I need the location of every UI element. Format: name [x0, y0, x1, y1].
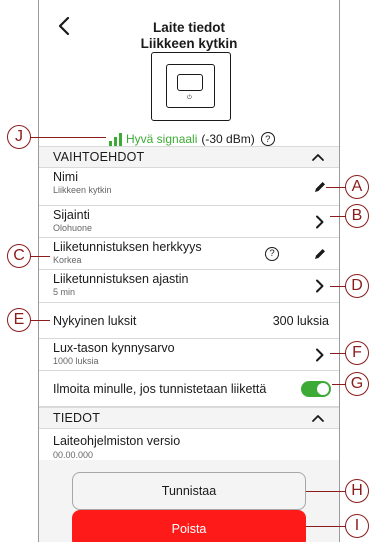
device-image: ⏻ [151, 52, 231, 121]
callout-j: J [7, 125, 31, 149]
setting-value: 300 luksia [272, 313, 329, 328]
callout-i: I [345, 514, 369, 538]
setting-value: 1000 luksia [53, 356, 99, 366]
info-row-firmware: Laiteohjelmiston versio 00.00.000 [39, 429, 339, 464]
callout-line-h [306, 491, 346, 492]
setting-label: Liiketunnistuksen herkkyys [53, 240, 202, 254]
identify-button[interactable]: Tunnistaa [72, 472, 306, 510]
setting-row-sensitivity[interactable]: Liiketunnistuksen herkkyys Korkea ? [39, 238, 339, 270]
setting-value: Olohuone [53, 223, 93, 233]
setting-value: Korkea [53, 255, 82, 265]
signal-status: Hyvä signaali [126, 132, 198, 146]
chevron-right-icon[interactable] [313, 279, 327, 293]
page-title: Laite tiedot Liikkeen kytkin [39, 20, 339, 52]
page-title-line-1: Laite tiedot [152, 20, 225, 35]
callout-e: E [7, 308, 31, 332]
callout-line-d [330, 286, 346, 287]
setting-row-current-lux: Nykyinen luksit 300 luksia [39, 303, 339, 339]
switch-button-icon [177, 74, 203, 91]
callout-a: A [345, 175, 369, 199]
setting-value: 5 min [53, 287, 76, 297]
callout-d: D [345, 274, 369, 298]
setting-row-notify[interactable]: Ilmoita minulle, jos tunnistetaan liiket… [39, 371, 339, 407]
chevron-up-icon[interactable] [311, 150, 325, 164]
callout-line-j [30, 137, 106, 138]
section-info-header[interactable]: TIEDOT [39, 407, 339, 429]
pencil-icon[interactable] [313, 180, 327, 194]
callout-c: C [7, 244, 31, 268]
device-details-screen: Laite tiedot Liikkeen kytkin ⏻ Hyvä sign… [38, 0, 340, 542]
chevron-up-icon[interactable] [311, 411, 325, 425]
chevron-right-icon[interactable] [313, 215, 327, 229]
setting-label: Ilmoita minulle, jos tunnistetaan liiket… [53, 381, 267, 396]
section-options-title: VAIHTOEHDOT [53, 150, 145, 164]
notify-toggle[interactable] [301, 380, 331, 397]
setting-value: Liikkeen kytkin [53, 185, 112, 195]
section-options-header[interactable]: VAIHTOEHDOT [39, 146, 339, 168]
power-symbol-icon: ⏻ [187, 95, 192, 101]
delete-button[interactable]: Poista [72, 510, 306, 542]
setting-row-timer[interactable]: Liiketunnistuksen ajastin 5 min [39, 270, 339, 303]
section-info-title: TIEDOT [53, 411, 101, 425]
callout-line-f [330, 353, 346, 354]
callout-line-a [326, 187, 346, 188]
setting-label: Nykyinen luksit [53, 313, 137, 328]
action-footer: Tunnistaa Poista [39, 460, 339, 542]
callout-h: H [345, 479, 369, 503]
setting-label: Liiketunnistuksen ajastin [53, 272, 189, 286]
setting-row-location[interactable]: Sijainti Olohuone [39, 206, 339, 238]
callout-line-i [306, 526, 346, 527]
help-icon[interactable]: ? [265, 246, 279, 261]
callout-line-g [332, 384, 346, 385]
setting-label: Nimi [53, 170, 78, 184]
callout-line-e [30, 320, 50, 321]
info-label: Laiteohjelmiston versio [53, 434, 181, 448]
chevron-right-icon[interactable] [313, 348, 327, 362]
callout-b: B [345, 204, 369, 228]
setting-label: Lux-tason kynnysarvo [53, 341, 175, 355]
setting-row-lux-threshold[interactable]: Lux-tason kynnysarvo 1000 luksia [39, 339, 339, 371]
pencil-icon[interactable] [313, 247, 327, 261]
callout-line-c [30, 256, 50, 257]
signal-strength: Hyvä signaali (-30 dBm) ? [109, 128, 275, 146]
signal-dbm: (-30 dBm) [201, 132, 255, 146]
help-icon[interactable]: ? [260, 132, 275, 146]
callout-g: G [345, 372, 369, 396]
switch-plate-icon: ⏻ [166, 64, 215, 108]
callout-f: F [345, 341, 369, 365]
info-value: 00.00.000 [53, 450, 94, 460]
page-title-line-2: Liikkeen kytkin [140, 36, 238, 51]
signal-bars-icon [109, 132, 122, 146]
callout-line-b [330, 216, 346, 217]
header: Laite tiedot Liikkeen kytkin ⏻ Hyvä sign… [39, 0, 339, 150]
setting-row-name[interactable]: Nimi Liikkeen kytkin [39, 168, 339, 206]
setting-label: Sijainti [53, 208, 90, 222]
